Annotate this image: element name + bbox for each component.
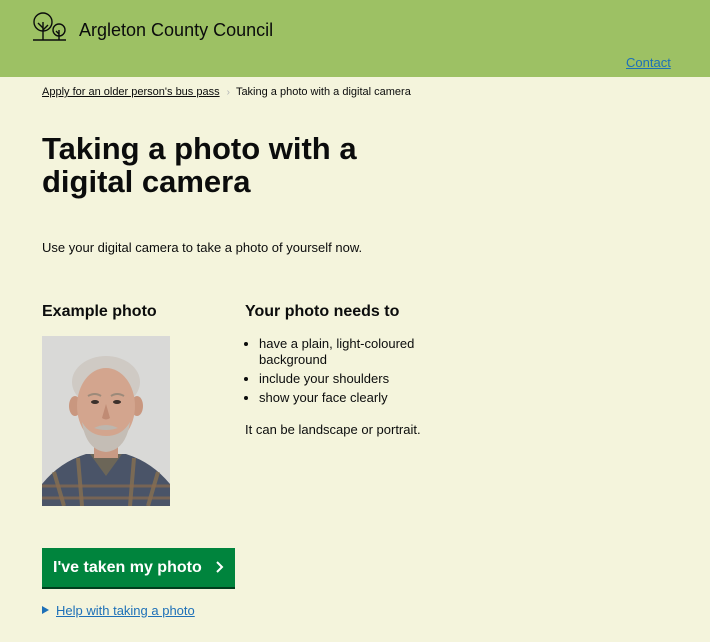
trees-icon <box>33 12 66 41</box>
site-header: Argleton County Council Contact <box>0 0 710 77</box>
breadcrumb: Apply for an older person's bus pass › Tak… <box>42 86 411 98</box>
breadcrumb-chevron-icon: › <box>226 87 230 98</box>
chevron-right-icon <box>216 561 224 573</box>
disclosure-triangle-icon <box>42 606 49 614</box>
breadcrumb-current: Taking a photo with a digital camera <box>235 86 411 98</box>
requirements-heading: Your photo needs to <box>245 303 400 320</box>
requirement-item: show your face clearly <box>259 390 459 406</box>
requirement-item: have a plain, light-coloured background <box>259 336 459 368</box>
example-photo <box>42 336 170 506</box>
photo-taken-button-label: I've taken my photo <box>53 558 202 576</box>
help-link[interactable]: Help with taking a photo <box>56 603 195 618</box>
help-details-toggle[interactable]: Help with taking a photo <box>42 603 195 618</box>
requirements-list: have a plain, light-coloured background … <box>245 336 459 409</box>
contact-link[interactable]: Contact <box>626 55 671 70</box>
example-photo-heading: Example photo <box>42 303 157 320</box>
council-name: Argleton County Council <box>79 20 274 40</box>
intro-text: Use your digital camera to take a photo … <box>42 240 363 255</box>
breadcrumb-parent-link[interactable]: Apply for an older person's bus pass <box>42 86 220 98</box>
page-title: Taking a photo with a digital camera <box>42 131 357 199</box>
orientation-note: It can be landscape or portrait. <box>245 422 421 437</box>
photo-taken-button[interactable]: I've taken my photo <box>42 548 235 587</box>
requirement-item: include your shoulders <box>259 371 459 387</box>
